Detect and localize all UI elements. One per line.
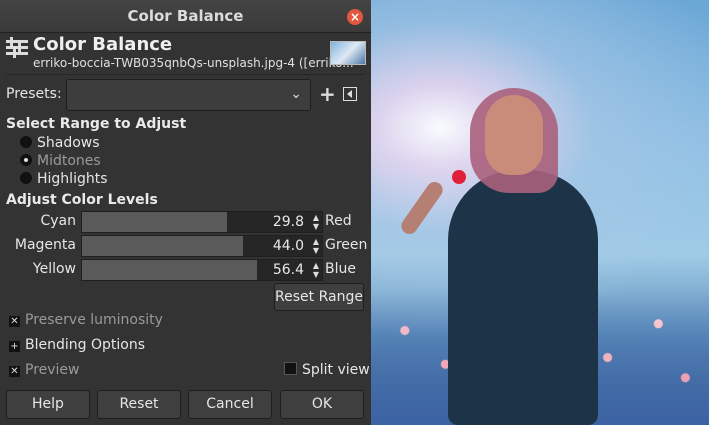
woman-head bbox=[485, 95, 543, 175]
red-label: Red bbox=[325, 213, 352, 229]
red-flower bbox=[452, 170, 466, 184]
radio-icon bbox=[20, 136, 32, 148]
ok-button[interactable]: OK bbox=[280, 390, 364, 419]
cyan-red-slider[interactable]: 29.8 ▲ ▼ bbox=[81, 211, 323, 233]
presets-dropdown[interactable]: ⌄ bbox=[66, 79, 311, 111]
add-preset-icon[interactable]: + bbox=[319, 82, 336, 106]
preserve-luminosity-checkbox[interactable]: ✕ Preserve luminosity bbox=[9, 312, 163, 328]
help-button[interactable]: Help bbox=[6, 390, 90, 419]
blue-label: Blue bbox=[325, 261, 356, 277]
window-title: Color Balance bbox=[127, 7, 244, 25]
radio-highlights[interactable]: Highlights bbox=[20, 171, 108, 187]
checkbox-checked-icon: ✕ bbox=[9, 366, 20, 377]
divider bbox=[6, 74, 365, 75]
range-section-title: Select Range to Adjust bbox=[6, 116, 187, 132]
woman-body bbox=[448, 170, 598, 425]
expand-plus-icon: + bbox=[9, 341, 20, 352]
magenta-label: Magenta bbox=[14, 237, 76, 253]
image-thumbnail bbox=[330, 41, 366, 65]
title-bar[interactable]: Color Balance × bbox=[0, 0, 371, 33]
tool-title: Color Balance bbox=[33, 34, 173, 55]
yellow-blue-slider[interactable]: 56.4 ▲ ▼ bbox=[81, 259, 323, 281]
cyan-label: Cyan bbox=[40, 213, 76, 229]
magenta-green-slider[interactable]: 44.0 ▲ ▼ bbox=[81, 235, 323, 257]
levels-section-title: Adjust Color Levels bbox=[6, 192, 158, 208]
reset-range-button[interactable]: Reset Range bbox=[274, 283, 364, 311]
yellow-blue-value[interactable]: 56.4 bbox=[273, 262, 304, 278]
close-icon[interactable]: × bbox=[347, 9, 363, 25]
radio-icon bbox=[20, 172, 32, 184]
spin-arrows-icon[interactable]: ▲ ▼ bbox=[313, 261, 319, 279]
reset-button[interactable]: Reset bbox=[97, 390, 181, 419]
green-label: Green bbox=[325, 237, 368, 253]
checkbox-icon bbox=[284, 362, 297, 375]
radio-midtones[interactable]: Midtones bbox=[20, 153, 101, 169]
spin-arrows-icon[interactable]: ▲ ▼ bbox=[313, 237, 319, 255]
chevron-down-icon: ⌄ bbox=[290, 86, 302, 102]
magenta-green-value[interactable]: 44.0 bbox=[273, 238, 304, 254]
cyan-red-value[interactable]: 29.8 bbox=[273, 214, 304, 230]
color-balance-dialog: Color Balance × Color Balance erriko-boc… bbox=[0, 0, 371, 425]
color-balance-icon bbox=[6, 37, 28, 59]
blending-options-expander[interactable]: + Blending Options bbox=[9, 337, 145, 353]
preview-checkbox[interactable]: ✕ Preview bbox=[9, 362, 80, 378]
radio-shadows[interactable]: Shadows bbox=[20, 135, 100, 151]
woman-arm bbox=[398, 178, 446, 238]
preset-menu-icon[interactable] bbox=[343, 87, 357, 101]
radio-selected-icon bbox=[20, 154, 32, 166]
cancel-button[interactable]: Cancel bbox=[188, 390, 272, 419]
image-name: erriko-boccia-TWB035qnbQs-unsplash.jpg-4… bbox=[33, 56, 354, 70]
yellow-label: Yellow bbox=[32, 261, 76, 277]
checkbox-checked-icon: ✕ bbox=[9, 316, 20, 327]
split-view-checkbox[interactable]: Split view bbox=[284, 362, 370, 378]
spin-arrows-icon[interactable]: ▲ ▼ bbox=[313, 213, 319, 231]
presets-label: Presets: bbox=[6, 86, 62, 102]
